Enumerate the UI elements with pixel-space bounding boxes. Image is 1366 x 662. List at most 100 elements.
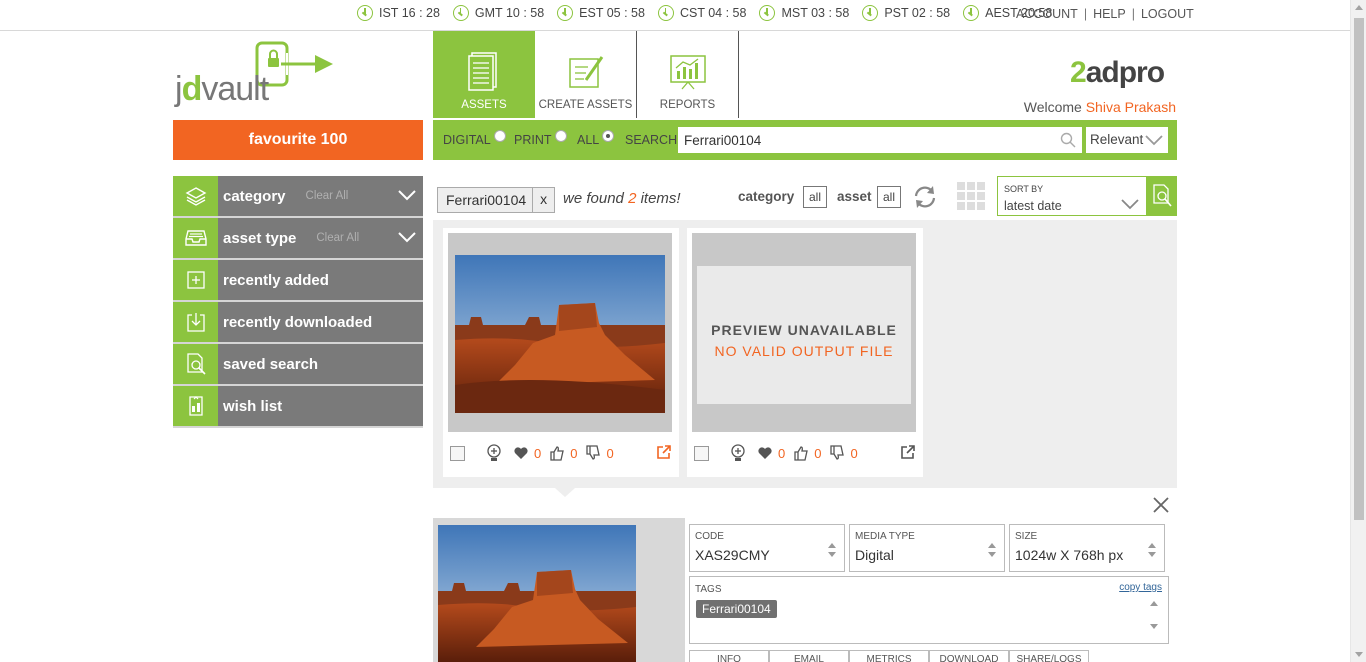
field-value: Digital — [855, 547, 894, 563]
nav-label: ASSETS — [461, 99, 507, 111]
tab-info[interactable]: INFO — [689, 650, 769, 662]
heart-icon[interactable] — [757, 446, 773, 460]
lightbulb-icon[interactable] — [729, 443, 747, 463]
refresh-icon[interactable] — [912, 185, 938, 209]
sidebar-item-label: asset type — [223, 229, 297, 247]
tab-download[interactable]: DOWNLOAD — [929, 650, 1009, 662]
sort-select[interactable]: SORT BY latest date — [997, 176, 1147, 216]
chevron-down-icon[interactable] — [397, 230, 417, 244]
detail-pointer — [555, 488, 575, 497]
layers-icon — [173, 176, 218, 216]
nav-assets[interactable]: ASSETS — [433, 31, 535, 118]
nav-create-assets[interactable]: CREATE ASSETS — [535, 31, 637, 118]
asset-type-clear-all[interactable]: Clear All — [316, 232, 359, 244]
account-link[interactable]: ACCOUNT — [1016, 7, 1078, 21]
search-document-icon — [1153, 184, 1172, 207]
tab-metrics[interactable]: METRICS — [849, 650, 929, 662]
open-external-icon[interactable] — [656, 444, 672, 460]
open-external-icon[interactable] — [900, 444, 916, 460]
thumbs-down-icon[interactable] — [585, 445, 601, 461]
search-input[interactable] — [678, 127, 1082, 153]
clock-ist: IST 16 : 28 — [357, 5, 440, 21]
grid-view-icon[interactable] — [956, 181, 986, 211]
tab-email[interactable]: EMAIL — [769, 650, 849, 662]
no-output-file-text: NO VALID OUTPUT FILE — [714, 343, 894, 359]
chip-remove-button[interactable]: x — [533, 188, 554, 212]
relevance-select[interactable]: Relevant — [1086, 127, 1168, 153]
media-type-field[interactable]: MEDIA TYPE Digital — [849, 524, 1005, 572]
sidebar-item-wish-list[interactable]: wish list — [173, 386, 423, 428]
upvotes-count: 0 — [814, 445, 822, 461]
chevron-down-icon — [1145, 135, 1163, 146]
clock-icon — [759, 5, 776, 21]
jdvault-logo[interactable]: jdvault — [175, 40, 335, 112]
clock-icon — [557, 5, 574, 21]
logout-link[interactable]: LOGOUT — [1141, 7, 1194, 21]
thumbs-up-icon[interactable] — [793, 445, 809, 461]
sort-apply-button[interactable] — [1147, 176, 1177, 216]
user-name[interactable]: Shiva Prakash — [1086, 99, 1176, 115]
lightbulb-icon[interactable] — [485, 443, 503, 463]
search-icon[interactable] — [1060, 132, 1076, 148]
download-icon — [173, 302, 218, 342]
close-icon[interactable] — [1151, 495, 1171, 515]
search-chip: Ferrari00104 x — [437, 187, 556, 213]
code-field[interactable]: CODE XAS29CMY — [689, 524, 845, 572]
tag-chip[interactable]: Ferrari00104 — [696, 600, 777, 618]
scroll-up-arrow[interactable] — [1355, 5, 1363, 10]
select-checkbox[interactable] — [450, 445, 465, 461]
main-nav: ASSETS CREATE ASSETS REPORTS — [433, 31, 739, 118]
adpro-brand: 2adpro — [1070, 56, 1165, 89]
category-all-button[interactable]: all — [803, 186, 827, 208]
tab-share-logs[interactable]: SHARE/LOGS — [1009, 650, 1089, 662]
asset-thumbnail-frame[interactable]: PREVIEW UNAVAILABLE NO VALID OUTPUT FILE — [692, 233, 916, 432]
scroll-arrows[interactable] — [828, 543, 838, 557]
sidebar-item-saved-search[interactable]: saved search — [173, 344, 423, 386]
radio-digital[interactable] — [493, 130, 506, 142]
scroll-arrows[interactable] — [988, 543, 998, 557]
edit-document-icon — [568, 56, 603, 88]
help-link[interactable]: HELP — [1093, 7, 1126, 21]
thumbs-up-icon[interactable] — [549, 445, 565, 461]
wishlist-icon — [173, 386, 218, 426]
nav-reports[interactable]: REPORTS — [637, 31, 739, 118]
radio-print[interactable] — [554, 130, 567, 142]
nav-label: CREATE ASSETS — [538, 99, 633, 111]
clock-pst: PST 02 : 58 — [862, 5, 950, 21]
field-value: XAS29CMY — [695, 547, 770, 563]
favourite-button[interactable]: favourite 100 — [173, 120, 423, 160]
scroll-arrows[interactable] — [1148, 543, 1158, 557]
asset-filter-label: asset — [837, 189, 872, 204]
sidebar-item-recently-added[interactable]: recently added — [173, 260, 423, 302]
sort-label: SORT BY — [1004, 184, 1044, 194]
copy-tags-link[interactable]: copy tags — [1119, 582, 1162, 593]
category-clear-all[interactable]: Clear All — [306, 190, 349, 202]
sidebar-item-recently-downloaded[interactable]: recently downloaded — [173, 302, 423, 344]
thumbs-down-icon[interactable] — [829, 445, 845, 461]
radio-all[interactable] — [602, 130, 615, 142]
results-count: we found 2 items! — [563, 190, 681, 207]
scroll-thumb[interactable] — [1354, 18, 1364, 520]
asset-card-actions: 0 0 0 — [450, 443, 672, 463]
filter-print[interactable]: PRINT — [514, 130, 567, 147]
chevron-down-icon[interactable] — [397, 188, 417, 202]
size-field[interactable]: SIZE 1024w X 768h px — [1009, 524, 1165, 572]
asset-thumbnail-frame[interactable] — [448, 233, 672, 432]
field-label: MEDIA TYPE — [855, 531, 915, 542]
clock-gmt: GMT 10 : 58 — [452, 5, 544, 21]
select-checkbox[interactable] — [694, 445, 709, 461]
filter-all[interactable]: ALL — [577, 130, 615, 147]
scroll-arrows[interactable] — [1150, 601, 1158, 629]
asset-all-button[interactable]: all — [877, 186, 901, 208]
asset-card: PREVIEW UNAVAILABLE NO VALID OUTPUT FILE… — [687, 228, 923, 477]
asset-thumbnail[interactable] — [455, 255, 665, 413]
page-scrollbar[interactable] — [1350, 0, 1366, 662]
field-value: 1024w X 768h px — [1015, 547, 1124, 563]
filter-digital[interactable]: DIGITAL — [443, 130, 506, 147]
scroll-down-arrow[interactable] — [1355, 652, 1363, 657]
sidebar-item-asset-type[interactable]: asset type Clear All — [173, 218, 423, 260]
tags-field[interactable]: TAGS copy tags Ferrari00104 — [689, 576, 1169, 644]
likes-count: 0 — [778, 445, 786, 461]
heart-icon[interactable] — [513, 446, 529, 460]
sidebar-item-category[interactable]: category Clear All — [173, 176, 423, 218]
